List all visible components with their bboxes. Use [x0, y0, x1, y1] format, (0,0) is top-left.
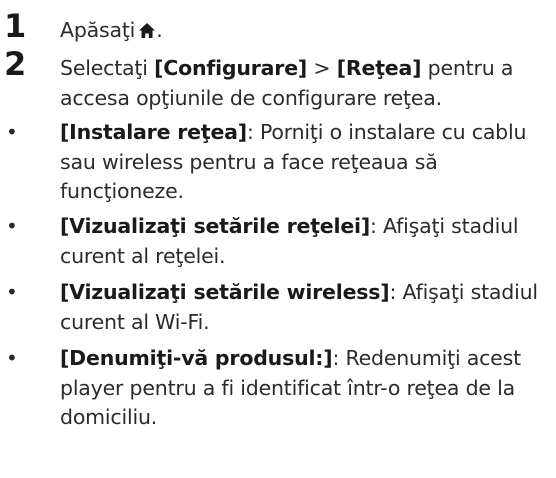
home-icon: [138, 18, 156, 48]
menu-term-configurare: [Configurare]: [154, 56, 308, 80]
bullet-term: [Vizualizaţi setările wireless]: [60, 280, 390, 304]
step-number: 1: [4, 7, 27, 45]
bullet-term: [Instalare reţea]: [60, 120, 247, 144]
menu-term-retea: [Reţea]: [336, 56, 422, 80]
step-1-text: Apăsaţi.: [60, 16, 554, 48]
bullet-text: [Vizualizaţi setările wireless]: Afişaţi…: [60, 278, 554, 337]
bullet-marker: •: [6, 120, 18, 144]
step-1-text-after: .: [156, 18, 163, 42]
step-2-text-2: >: [307, 56, 337, 80]
step-2-text-1: Selectaţi: [60, 56, 155, 80]
bullet-term: [Denumiţi-vă produsul:]: [60, 346, 333, 370]
bullet-marker: •: [6, 214, 18, 238]
step-2-text: Selectaţi [Configurare] > [Reţea] pentru…: [60, 54, 554, 113]
step-1-text-before: Apăsaţi: [60, 18, 136, 42]
step-number: 2: [4, 45, 27, 83]
bullet-text: [Denumiţi-vă produsul:]: Redenumiţi aces…: [60, 344, 554, 433]
bullet-marker: •: [6, 280, 18, 304]
bullet-marker: •: [6, 346, 18, 370]
bullet-text: [Vizualizaţi setările reţelei]: Afişaţi …: [60, 212, 554, 271]
bullet-text: [Instalare reţea]: Porniţi o instalare c…: [60, 118, 554, 207]
bullet-term: [Vizualizaţi setările reţelei]: [60, 214, 371, 238]
